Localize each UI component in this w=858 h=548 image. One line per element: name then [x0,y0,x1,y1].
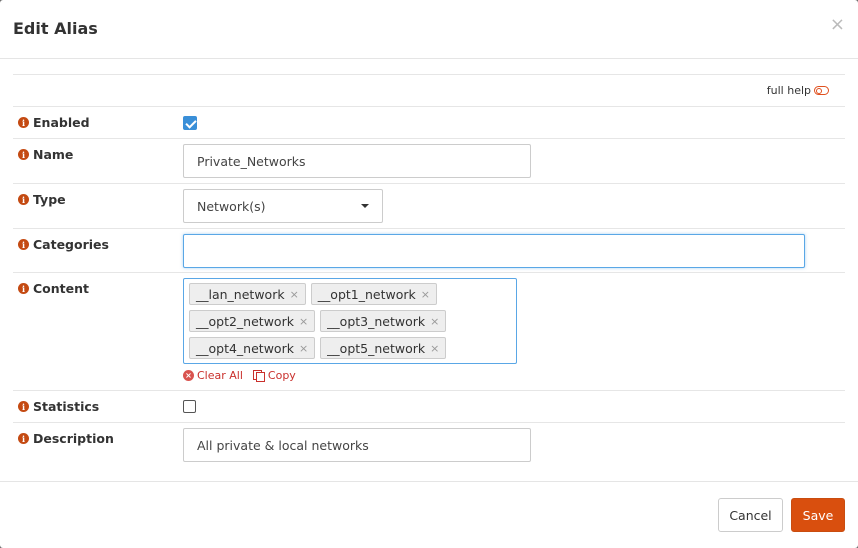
content-tag: __opt2_network × [189,310,316,332]
content-tag: __opt1_network × [310,283,437,305]
info-circle-icon[interactable]: i [18,149,29,160]
copy-button[interactable]: Copy [252,369,296,382]
times-icon[interactable]: × [290,288,299,301]
content-row: i Content __lan_network × __opt1_network ×… [13,272,845,390]
content-field: __lan_network × __opt1_network × __opt2_ne… [183,278,517,382]
info-circle-icon[interactable]: i [18,283,29,294]
caret-down-icon [361,204,369,208]
name-input[interactable]: Private_Networks [183,144,531,178]
tag-line: __opt2_network × __opt3_network × [189,310,511,332]
statistics-label: i Statistics [18,399,99,414]
full-help-row: full help [13,74,845,106]
modal-header: Edit Alias × [0,0,858,59]
type-row: i Type Network(s) [13,183,845,228]
times-icon[interactable]: × [430,315,439,328]
type-select-value: Network(s) [197,198,266,214]
info-circle-icon[interactable]: i [18,194,29,205]
type-select[interactable]: Network(s) [183,189,383,223]
info-circle-icon[interactable]: i [18,401,29,412]
content-tag: __opt3_network × [320,310,447,332]
info-circle-icon[interactable]: i [18,239,29,250]
edit-alias-modal: Edit Alias × full help i Enabled i Name [0,0,858,548]
enabled-checkbox[interactable] [183,116,197,130]
tag-line: __lan_network × __opt1_network × [189,283,511,305]
save-button[interactable]: Save [791,498,845,532]
tag-line: __opt4_network × __opt5_network × [189,337,511,359]
statistics-checkbox[interactable] [183,400,196,413]
modal-title: Edit Alias [13,19,98,38]
statistics-checkbox-wrap [183,400,196,413]
full-help-toggle[interactable]: full help [767,84,829,97]
enabled-label: i Enabled [18,115,90,130]
content-actions: × Clear All Copy [183,369,517,382]
content-tag: __opt4_network × [189,337,316,359]
full-help-label: full help [766,84,811,97]
alias-form: full help i Enabled i Name Private_Netwo… [13,74,845,467]
close-icon[interactable]: × [830,14,845,35]
times-icon[interactable]: × [421,288,430,301]
enabled-checkbox-wrap [183,116,197,130]
info-circle-icon[interactable]: i [18,433,29,444]
categories-label: i Categories [18,237,109,252]
statistics-row: i Statistics [13,390,845,422]
type-label: i Type [18,192,66,207]
info-circle-icon[interactable]: i [18,117,29,128]
name-label: i Name [18,147,73,162]
description-label: i Description [18,431,114,446]
categories-input[interactable] [183,234,805,268]
clear-all-button[interactable]: × Clear All [183,369,243,382]
content-label: i Content [18,281,89,296]
name-row: i Name Private_Networks [13,138,845,183]
content-tag: __opt5_network × [320,337,447,359]
toggle-off-icon [814,86,829,95]
categories-row: i Categories [13,228,845,272]
modal-footer: Cancel Save [0,481,858,548]
content-tags-input[interactable]: __lan_network × __opt1_network × __opt2_ne… [183,278,517,364]
enabled-row: i Enabled [13,106,845,138]
times-icon[interactable]: × [430,342,439,355]
description-input[interactable]: All private & local networks [183,428,531,462]
cancel-button[interactable]: Cancel [718,498,783,532]
times-icon[interactable]: × [299,342,308,355]
times-icon[interactable]: × [299,315,308,328]
times-circle-icon: × [183,370,194,381]
content-tag: __lan_network × [189,283,306,305]
description-row: i Description All private & local networ… [13,422,845,467]
copy-icon [252,370,265,382]
